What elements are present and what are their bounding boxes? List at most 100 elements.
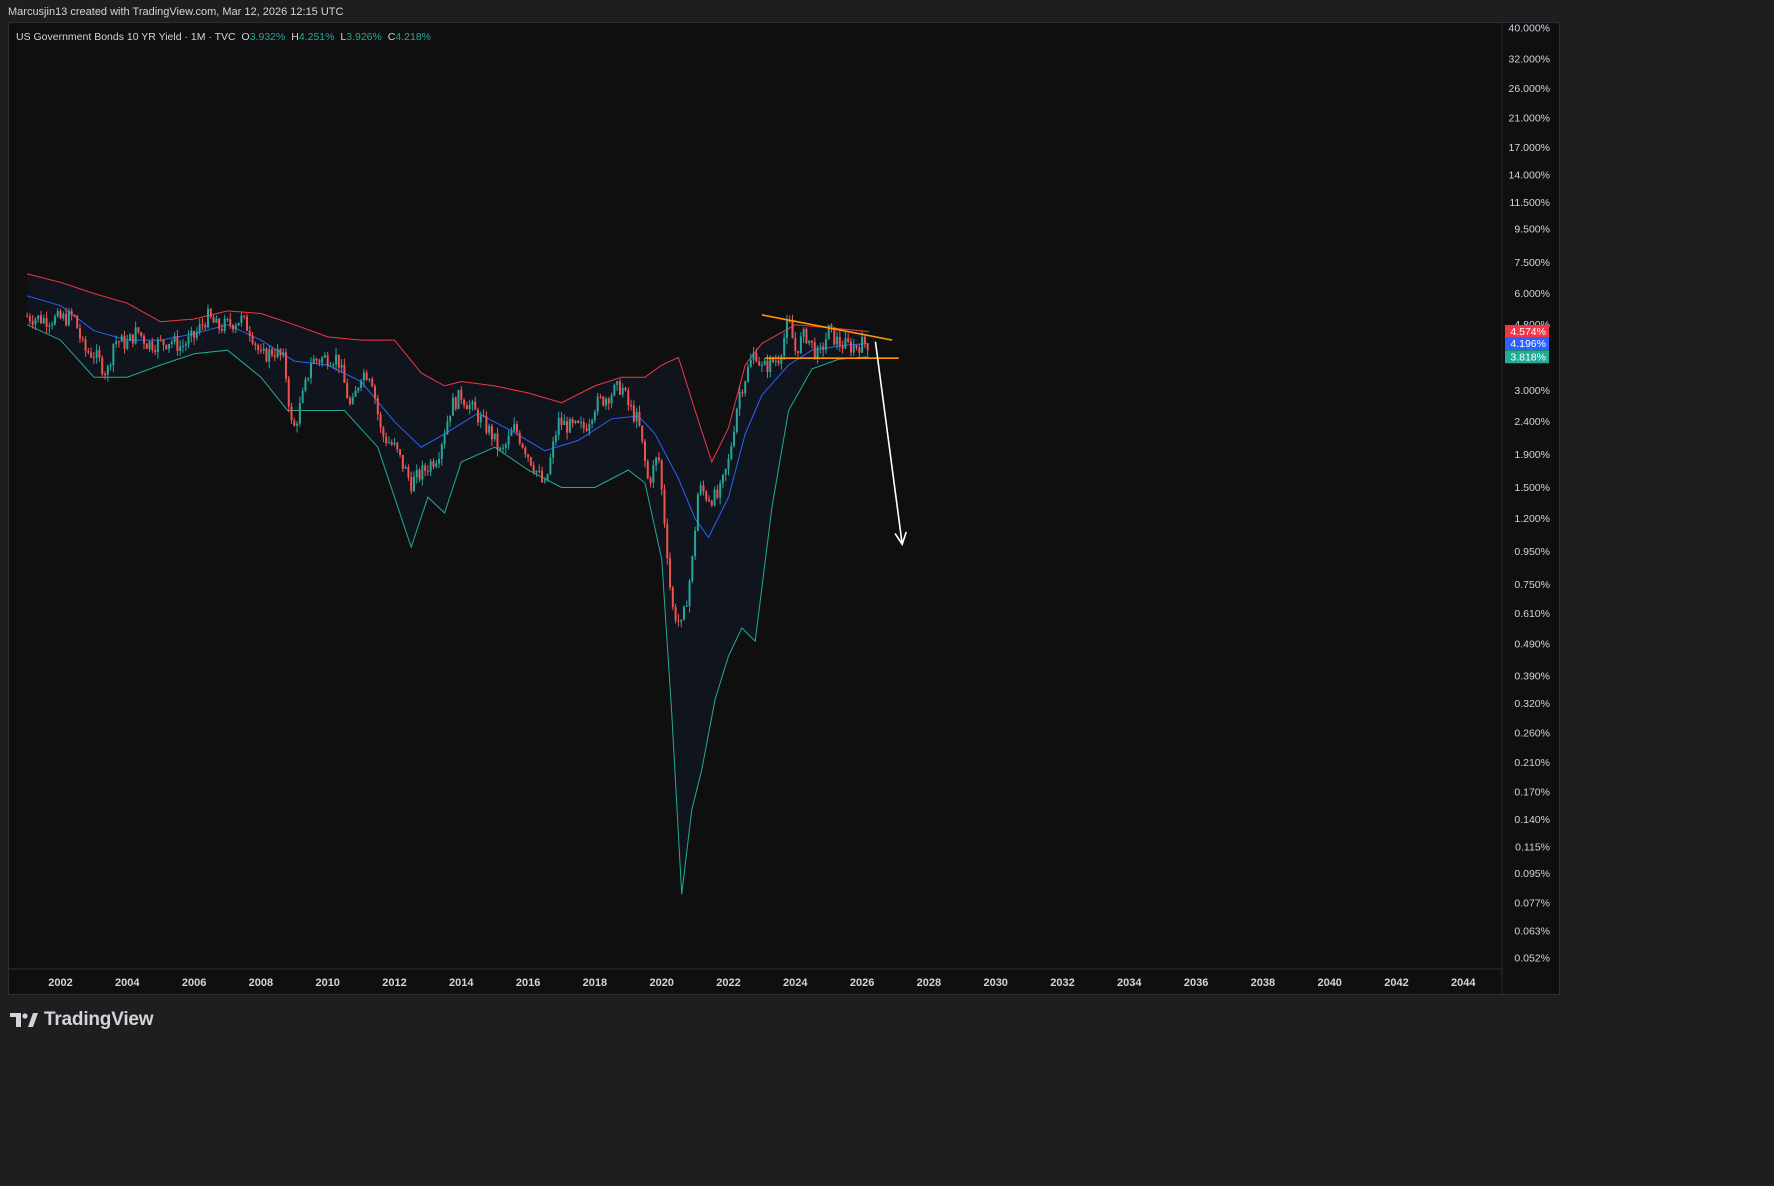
candle-body [321,357,324,363]
open-value: 3.932% [249,31,286,43]
candle-body [574,420,577,423]
candle-body [98,350,101,358]
y-tick-label: 0.260% [1514,727,1550,739]
candle-body [744,381,747,394]
candle-body [610,395,613,404]
candle-body [605,398,608,406]
candle-body [490,426,493,440]
candle-body [78,328,81,339]
candle-body [354,390,357,397]
candle-body [390,442,393,445]
candle-body [435,463,438,467]
candle-body [465,405,468,410]
candle-body [479,415,482,423]
band-fill [27,273,869,895]
y-tick-label: 0.610% [1514,608,1550,620]
candle-body [115,341,118,344]
candle-body [159,339,162,341]
candle-body [585,428,588,431]
candle-body [92,357,95,359]
candle-body [451,397,454,416]
candle-body [746,367,749,382]
candle-body [721,474,724,484]
candle-body [59,311,62,319]
candle-body [31,321,34,325]
tradingview-logo[interactable]: TradingView [10,1009,154,1031]
x-tick-label: 2024 [783,977,808,989]
candle-body [326,355,329,367]
candle-body [482,415,485,417]
candle-body [674,607,677,621]
candle-body [791,321,794,339]
candle-body [440,444,443,459]
candle-body [365,372,368,381]
candle-body [368,379,371,381]
candle-body [412,476,415,492]
candle-body [521,443,524,448]
candle-body [560,417,563,425]
candle-body [571,419,574,423]
candle-body [513,424,516,432]
candle-body [861,336,864,353]
candle-body [248,330,251,336]
candle-body [649,478,652,483]
candle-body [290,406,293,421]
candle-body [713,489,716,506]
candle-body [777,360,780,364]
y-tick-label: 0.063% [1514,926,1550,938]
candle-body [234,325,237,330]
candle-body [304,379,307,391]
symbol-name: US Government Bonds 10 YR Yield · 1M · T… [16,31,236,43]
y-tick-label: 0.140% [1514,814,1550,826]
candle-body [343,364,346,383]
y-tick-label: 17.000% [1509,142,1550,154]
candle-body [301,390,304,403]
close-value: 4.218% [395,31,432,43]
candle-body [588,424,591,431]
y-tick-label: 11.500% [1509,197,1550,209]
candle-body [165,344,168,349]
candle-body [618,381,621,395]
x-tick-label: 2004 [115,977,140,989]
candle-body [579,422,582,424]
candle-body [218,318,221,330]
candle-body [40,315,43,324]
x-tick-label: 2002 [48,977,72,989]
candle-body [735,408,738,432]
candle-body [769,357,772,372]
candle-body [134,327,137,344]
candle-body [315,358,318,361]
candle-body [577,420,580,423]
candle-body [156,339,159,352]
candle-body [477,409,479,423]
y-tick-label: 9.500% [1514,224,1550,236]
candle-body [783,338,786,356]
candle-body [708,499,711,502]
candle-body [70,310,73,315]
forecast-arrow [874,341,903,545]
candle-body [387,442,390,444]
candle-body [84,339,87,351]
candle-body [204,324,207,328]
candle-body [90,352,93,358]
candle-body [468,404,471,410]
y-tick-label: 3.000% [1514,385,1550,397]
candle-body [362,372,365,381]
candle-body [635,411,638,422]
candle-body [357,387,360,391]
chart-svg: 40.000% 32.000% 26.000% 21.000% 17.000% 14.00… [8,22,1550,995]
candle-body [279,349,282,356]
candle-body [237,322,240,326]
candle-body [226,318,229,320]
candle-body [830,324,833,328]
candle-body [232,324,235,330]
candle-body [298,402,301,424]
candle-body [371,379,374,387]
candle-body [348,398,351,404]
candle-body [293,420,296,426]
candle-body [702,485,705,492]
candle-body [396,442,399,450]
candle-body [265,348,268,362]
candle-body [824,339,827,350]
candle-body [485,415,488,433]
